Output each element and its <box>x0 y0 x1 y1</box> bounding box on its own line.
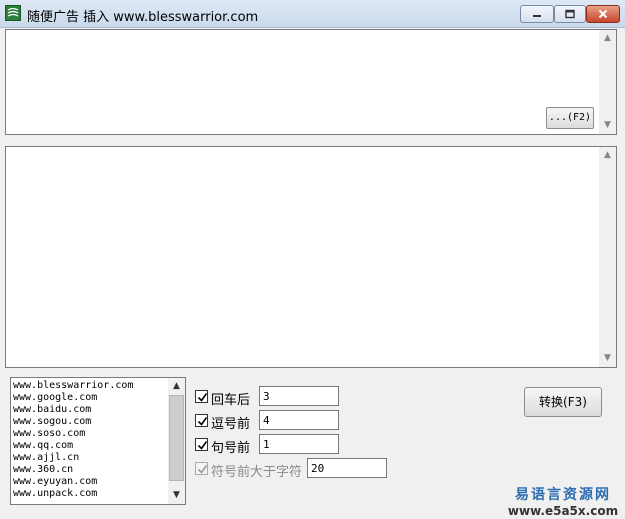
checkbox <box>195 462 208 475</box>
checkmark-icon <box>197 417 208 426</box>
watermark-url: www.e5a5x.com <box>507 504 619 518</box>
option-label: 逗号前 <box>211 417 251 432</box>
list-item[interactable]: www.google.com <box>13 392 133 404</box>
list-item[interactable]: www.baidu.com <box>13 404 133 416</box>
checkmark-icon <box>197 441 208 450</box>
scroll-down-arrow-icon[interactable]: ▼ <box>599 350 616 367</box>
checkbox[interactable] <box>195 414 208 427</box>
maximize-icon <box>565 9 575 19</box>
output-textarea[interactable] <box>6 147 616 367</box>
checkbox[interactable] <box>195 390 208 403</box>
scroll-thumb[interactable] <box>169 395 184 481</box>
list-item[interactable]: www.unpack.com <box>13 488 133 500</box>
before-comma-count-input[interactable] <box>259 410 339 430</box>
checkmark-icon <box>197 465 208 474</box>
option-label: 回车后 <box>211 393 251 408</box>
url-list-scrollbar[interactable]: ▲ ▼ <box>168 378 185 504</box>
list-item[interactable]: www.ajjl.cn <box>13 452 133 464</box>
scroll-up-arrow-icon[interactable]: ▲ <box>599 30 616 47</box>
output-text-panel: ▲ ▼ <box>5 146 617 368</box>
app-logo-icon <box>5 5 21 21</box>
checkmark-icon <box>197 393 208 402</box>
option-label: 符号前大于字符 <box>211 465 303 480</box>
list-item[interactable]: www.eyuyan.com <box>13 476 133 488</box>
option-label: 句号前 <box>211 441 251 456</box>
browse-f2-button[interactable]: ...(F2) <box>546 107 594 129</box>
input-text-panel: ▲ ▼ ...(F2) <box>5 29 617 135</box>
title-bar: 随便广告 插入 www.blesswarrior.com <box>0 0 625 28</box>
output-scrollbar[interactable]: ▲ ▼ <box>599 147 616 367</box>
close-icon <box>598 9 608 19</box>
maximize-button[interactable] <box>554 5 586 23</box>
scroll-down-arrow-icon[interactable]: ▼ <box>599 117 616 134</box>
url-listbox[interactable]: www.blesswarrior.com www.google.com www.ba… <box>10 377 186 505</box>
url-list: www.blesswarrior.com www.google.com www.ba… <box>13 380 133 500</box>
minimize-button[interactable] <box>520 5 554 23</box>
symbol-char-count-input[interactable] <box>307 458 387 478</box>
list-item[interactable]: www.360.cn <box>13 464 133 476</box>
minimize-icon <box>533 15 541 17</box>
checkbox[interactable] <box>195 438 208 451</box>
before-period-count-input[interactable] <box>259 434 339 454</box>
scroll-down-arrow-icon[interactable]: ▼ <box>168 487 185 504</box>
list-item[interactable]: www.soso.com <box>13 428 133 440</box>
input-textarea[interactable] <box>6 30 616 134</box>
watermark-site-name: 易语言资源网 <box>515 487 611 503</box>
scroll-up-arrow-icon[interactable]: ▲ <box>168 378 185 395</box>
list-item[interactable]: www.blesswarrior.com <box>13 380 133 392</box>
scroll-up-arrow-icon[interactable]: ▲ <box>599 147 616 164</box>
watermark: 易语言资源网 www.e5a5x.com <box>506 484 620 518</box>
list-item[interactable]: www.sogou.com <box>13 416 133 428</box>
convert-f3-button[interactable]: 转换(F3) <box>524 387 602 417</box>
list-item[interactable]: www.qq.com <box>13 440 133 452</box>
after-enter-count-input[interactable] <box>259 386 339 406</box>
close-button[interactable] <box>586 5 620 23</box>
window-title: 随便广告 插入 www.blesswarrior.com <box>27 10 259 25</box>
input-scrollbar[interactable]: ▲ ▼ <box>599 30 616 134</box>
